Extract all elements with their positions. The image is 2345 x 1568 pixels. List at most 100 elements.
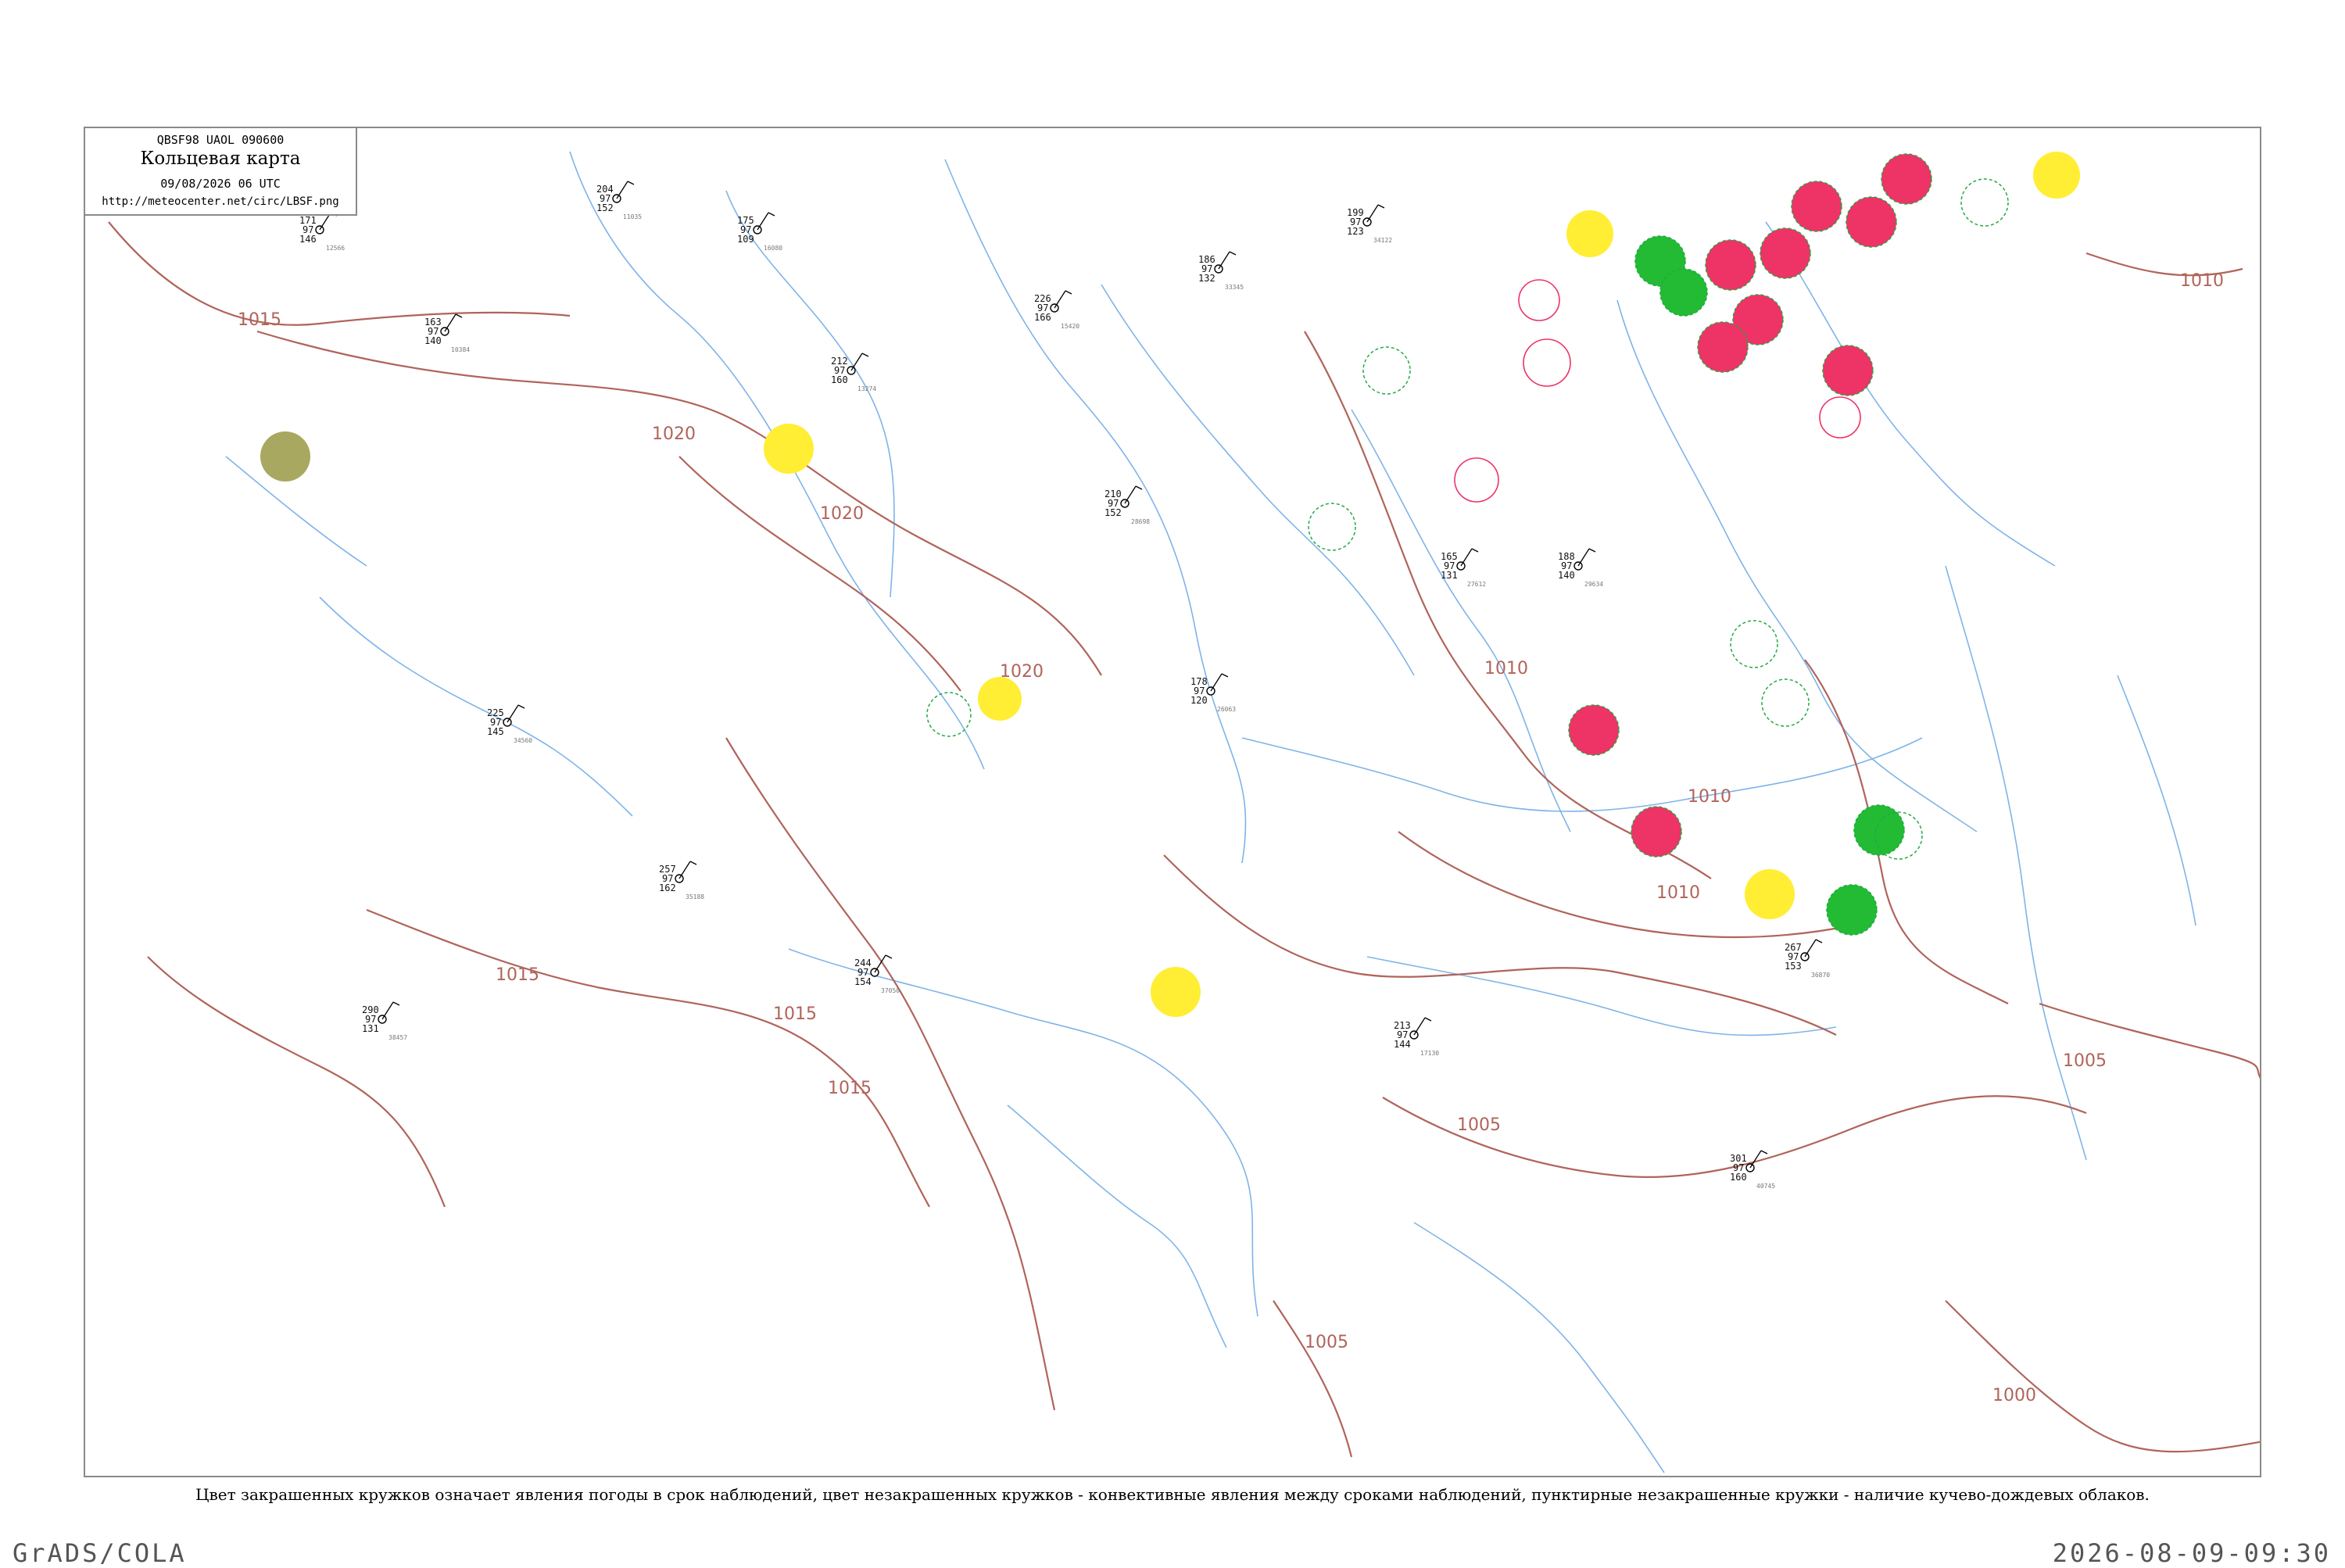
isobar-label: 1010 [1656, 883, 1700, 903]
station-model: 2261669715420 [1034, 290, 1079, 330]
station-id: 34560 [514, 737, 532, 744]
station-dewpoint: 162 [659, 882, 676, 893]
map-source-url: http://meteocenter.net/circ/LBSF.png [102, 195, 339, 208]
station-id: 37050 [881, 987, 900, 994]
station-model: 1991239734122 [1347, 204, 1392, 244]
isobar-label: 1010 [1484, 659, 1528, 678]
isobar-1005-s [1273, 1300, 1353, 1458]
station-model: 1651319727612 [1441, 548, 1486, 588]
cb-cloud-ring [1761, 678, 1810, 727]
river [1351, 409, 1571, 832]
station-id: 16080 [764, 245, 782, 252]
cb-cloud-ring [1960, 178, 2009, 227]
isobar-1015-mid [725, 737, 1056, 1411]
isobar-1015-south [366, 908, 930, 1208]
map-title-box: QBSF98 UAOL 090600 Кольцевая карта 09/08… [84, 127, 357, 216]
isobar-label: 1015 [773, 1004, 817, 1024]
station-id: 34122 [1373, 237, 1392, 244]
wind-barb-feather [768, 212, 775, 217]
wind-barb-feather [1815, 939, 1823, 943]
wind-barb [1366, 204, 1379, 223]
station-model: 2041529711035 [596, 181, 642, 220]
wind-barb [1054, 290, 1066, 309]
river [1101, 284, 1415, 676]
fog-marker [764, 424, 814, 474]
station-id: 36870 [1811, 972, 1830, 979]
wind-barb [444, 313, 456, 332]
isobar-1010-b [1804, 659, 2009, 1004]
station-dewpoint: 160 [831, 374, 848, 385]
station-visibility: 97 [1397, 1029, 1408, 1040]
wind-barb-feather [1588, 548, 1596, 553]
isobar-1015-west [108, 221, 571, 326]
station-model: 1881409729634 [1558, 548, 1603, 588]
station-dewpoint: 144 [1394, 1039, 1411, 1050]
cb-cloud-ring [1308, 503, 1356, 551]
wind-barb [1749, 1150, 1762, 1169]
station-visibility: 97 [1037, 303, 1048, 313]
station-dewpoint: 152 [1104, 507, 1122, 518]
station-model: 3011609740745 [1730, 1150, 1775, 1190]
wind-barb [507, 704, 519, 723]
thunderstorm-marker [1631, 806, 1682, 857]
wind-barb-feather [1065, 290, 1072, 295]
river [725, 190, 895, 598]
station-dewpoint: 153 [1785, 961, 1802, 972]
station-id: 12566 [326, 245, 345, 252]
legend-caption: Цвет закрашенных кружков означает явлени… [195, 1485, 2150, 1504]
software-label: GrADS/COLA [13, 1538, 187, 1568]
station-model: 2121609713274 [831, 353, 876, 392]
isobar-1010-a [1304, 331, 1712, 879]
wind-barb-feather [1221, 673, 1229, 678]
station-dewpoint: 131 [362, 1023, 379, 1034]
station-id: 29634 [1584, 581, 1603, 588]
isobar-label: 1005 [1457, 1115, 1501, 1135]
isobar-label: 1010 [2180, 271, 2224, 291]
river [1366, 956, 1837, 1036]
isobar-label: 1020 [820, 504, 864, 524]
wind-barb-feather [1377, 204, 1385, 209]
wind-barb-feather [517, 704, 525, 709]
station-visibility: 97 [365, 1014, 376, 1025]
isobar-1015-ridge [1163, 854, 1837, 1036]
station-id: 17130 [1420, 1050, 1439, 1057]
wind-barb [1460, 548, 1473, 567]
station-visibility: 97 [834, 365, 845, 376]
rain-marker [1826, 884, 1878, 936]
cb-cloud-ring [1362, 346, 1411, 395]
isobars-layer [108, 221, 2260, 1458]
station-dewpoint: 132 [1198, 273, 1215, 284]
thunderstorm-marker [1697, 321, 1749, 373]
weather-markers-layer [260, 152, 2080, 1017]
isobar-label: 1015 [828, 1079, 872, 1098]
isobar-label: 1015 [238, 310, 281, 330]
station-visibility: 97 [1108, 498, 1119, 509]
station-id: 33345 [1225, 284, 1244, 291]
wind-barb [381, 1001, 394, 1020]
station-dewpoint: 146 [299, 234, 317, 245]
map-title: Кольцевая карта [140, 149, 301, 169]
cb-cloud-ring [926, 692, 972, 737]
station-visibility: 97 [1561, 560, 1572, 571]
isobar-label: 1015 [496, 965, 539, 985]
station-visibility: 97 [1201, 263, 1212, 274]
map-datetime: 09/08/2026 06 UTC [160, 177, 281, 191]
station-id: 27612 [1467, 581, 1486, 588]
rain-marker [1659, 268, 1708, 317]
station-visibility: 97 [600, 193, 610, 204]
thunderstorm-marker [1568, 704, 1620, 756]
river [944, 159, 1247, 864]
station-model: 2251459734560 [487, 704, 532, 744]
station-model: 1861329733345 [1198, 251, 1244, 291]
wind-barb [678, 861, 691, 879]
station-visibility: 97 [490, 717, 501, 728]
station-visibility: 97 [1788, 951, 1799, 962]
convective-ring [1523, 338, 1571, 387]
isobar-1020-b [678, 456, 961, 692]
wind-barb [1804, 939, 1817, 958]
station-dewpoint: 131 [1441, 570, 1458, 581]
station-dewpoint: 109 [737, 234, 754, 245]
wind-barb [1218, 251, 1230, 270]
wind-barb [1577, 548, 1590, 567]
thunderstorm-marker [1846, 196, 1897, 248]
